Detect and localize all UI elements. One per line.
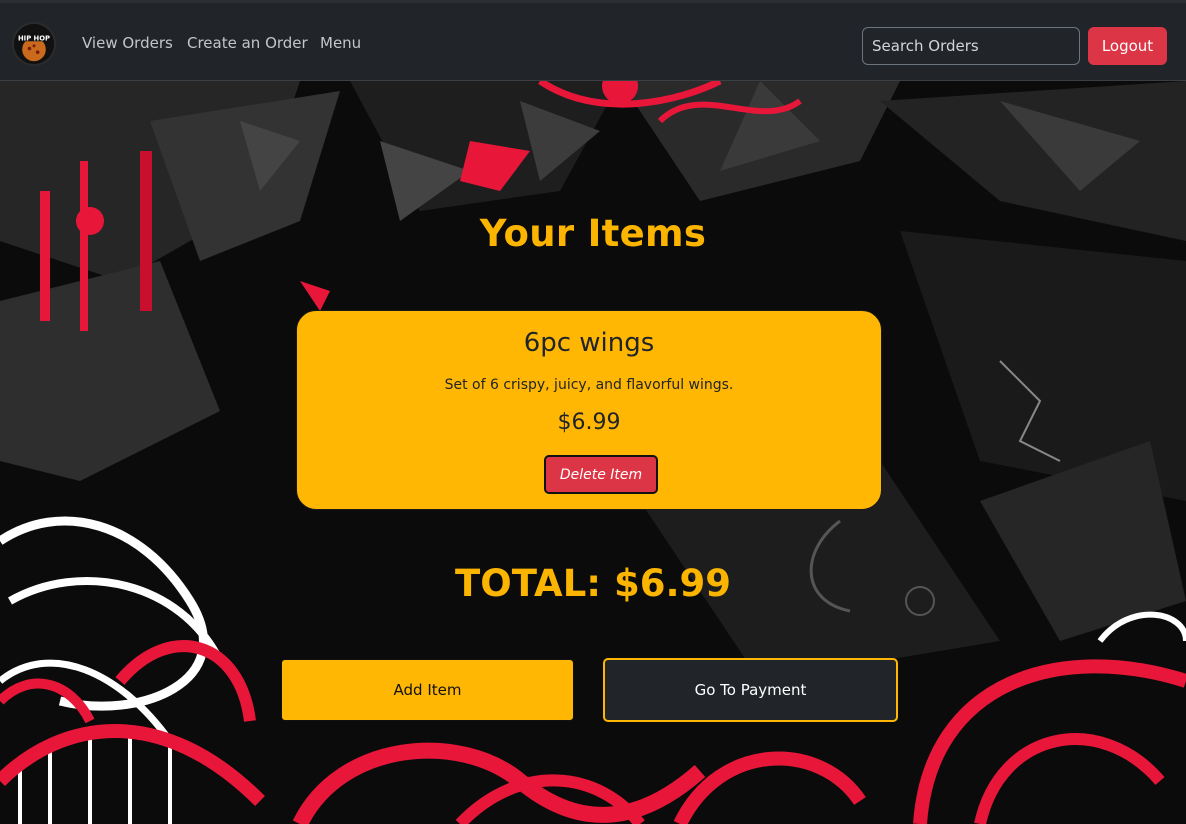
nav-create-order[interactable]: Create an Order: [187, 34, 308, 52]
top-navbar: HIP HOP View Orders Create an Order Menu…: [0, 0, 1186, 81]
nav-menu[interactable]: Menu: [320, 34, 361, 52]
cart-item-card: 6pc wings Set of 6 crispy, juicy, and fl…: [296, 310, 882, 510]
go-to-payment-button[interactable]: Go To Payment: [603, 658, 898, 722]
add-item-button[interactable]: Add Item: [281, 659, 574, 721]
search-orders-input[interactable]: [862, 27, 1080, 65]
logo-icon[interactable]: HIP HOP: [12, 22, 56, 66]
item-price: $6.99: [557, 410, 621, 435]
order-total: TOTAL: $6.99: [455, 562, 731, 605]
item-description: Set of 6 crispy, juicy, and flavorful wi…: [444, 377, 734, 393]
nav-view-orders[interactable]: View Orders: [82, 34, 173, 52]
item-name: 6pc wings: [523, 328, 655, 358]
page-title: Your Items: [479, 212, 707, 255]
svg-text:HIP HOP: HIP HOP: [18, 34, 50, 42]
delete-item-button[interactable]: Delete Item: [544, 455, 658, 494]
logout-button[interactable]: Logout: [1088, 27, 1167, 65]
